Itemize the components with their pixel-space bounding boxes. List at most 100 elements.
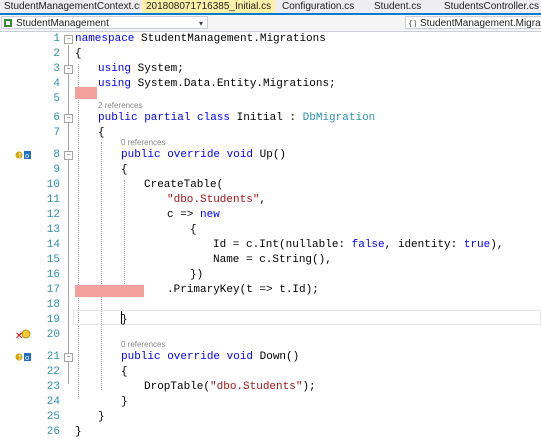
tab-students-controller[interactable]: StudentsController.cs xyxy=(440,0,541,13)
code-editor[interactable]: 1 − namespace StudentManagement.Migratio… xyxy=(0,32,541,438)
code-line: 23 DropTable("dbo.Students"); xyxy=(0,380,541,395)
tab-configuration[interactable]: Configuration.cs xyxy=(278,0,368,13)
codelens[interactable]: 0 references xyxy=(0,137,541,148)
navigation-bar: StudentManagement ▾ {} StudentManagement… xyxy=(0,15,541,32)
code-text: Up() xyxy=(253,149,287,161)
code-line: 11 "dbo.Students", xyxy=(0,193,541,208)
keyword: public override void xyxy=(121,149,254,161)
code-line: 2 { xyxy=(0,47,541,62)
codelens-references[interactable]: 2 references xyxy=(98,100,142,111)
code-text: { xyxy=(190,224,197,236)
codelens[interactable]: 0 references xyxy=(0,339,541,350)
project-name: StudentManagement xyxy=(16,18,109,29)
tab-initial-migration[interactable]: 201808071716385_Initial.cs⊕× xyxy=(142,0,275,13)
keyword: true xyxy=(463,239,491,251)
code-text: Down() xyxy=(253,351,300,363)
namespace-dropdown[interactable]: {} StudentManagement.Migrations.I xyxy=(405,16,541,29)
code-text: { xyxy=(121,164,128,176)
line-number: 16 xyxy=(46,269,60,281)
code-line: 1 − namespace StudentManagement.Migratio… xyxy=(0,32,541,47)
line-number: 3 xyxy=(53,63,60,75)
codelens-references[interactable]: 0 references xyxy=(121,137,165,148)
tab-label: Configuration.cs xyxy=(282,1,355,12)
code-line: 14 Id = c.Int(nullable: false, identity:… xyxy=(0,238,541,253)
svg-text:o: o xyxy=(25,354,29,362)
codelens-references[interactable]: 0 references xyxy=(121,339,165,350)
code-text: c => xyxy=(167,209,201,221)
code-line: ↑ o 21 − public override void Down() xyxy=(0,350,541,365)
override-glyph-icon[interactable]: ↑ o xyxy=(15,150,31,160)
code-text: System; xyxy=(131,63,184,75)
code-text: Initial : xyxy=(230,112,303,124)
line-number: 19 xyxy=(46,314,60,326)
code-line: 9 { xyxy=(0,163,541,178)
code-text: DropTable( xyxy=(144,381,211,393)
line-number: 8 xyxy=(53,149,60,161)
line-number: 12 xyxy=(46,209,60,221)
code-line: 24 } xyxy=(0,395,541,410)
keyword: false xyxy=(351,239,385,251)
type-name: DbMigration xyxy=(302,112,376,124)
code-line: 16 }) xyxy=(0,268,541,283)
code-text: System.Data.Entity.Migrations; xyxy=(131,78,336,90)
code-line: 22 { xyxy=(0,365,541,380)
code-line: 26 } xyxy=(0,425,541,440)
line-number: 13 xyxy=(46,224,60,236)
code-text: }) xyxy=(190,269,204,281)
line-number: 14 xyxy=(46,239,60,251)
override-glyph-icon[interactable]: ↑ o xyxy=(15,352,31,362)
svg-text:{}: {} xyxy=(408,19,416,27)
collapse-icon[interactable]: − xyxy=(64,114,73,123)
code-text: Id = c.Int(nullable: xyxy=(213,239,352,251)
tab-label: 201808071716385_Initial.cs xyxy=(146,1,272,12)
svg-text:↑: ↑ xyxy=(17,354,23,362)
line-number: 24 xyxy=(46,396,60,408)
code-text: } xyxy=(98,411,105,423)
csharp-project-icon xyxy=(4,19,12,27)
code-line: 3 − using System; xyxy=(0,62,541,77)
code-text: , xyxy=(259,194,267,206)
line-number: 4 xyxy=(53,78,60,90)
code-line: 13 { xyxy=(0,223,541,238)
line-number: 15 xyxy=(46,254,60,266)
code-text: .PrimaryKey(t => t.Id); xyxy=(167,284,319,296)
tab-student[interactable]: Student.cs xyxy=(370,0,440,13)
code-text: ); xyxy=(302,381,316,393)
line-number: 9 xyxy=(53,164,60,176)
code-line: ↑ o 8 − public override void Up() xyxy=(0,148,541,163)
line-number: 22 xyxy=(46,366,60,378)
tab-label: StudentManagementContext.cs xyxy=(4,1,140,12)
tab-label: Student.cs xyxy=(374,1,422,12)
collapse-icon[interactable]: − xyxy=(64,65,73,74)
collapse-icon[interactable]: − xyxy=(64,353,73,362)
keyword: public partial class xyxy=(98,112,231,124)
line-number: 21 xyxy=(46,351,60,363)
code-line: 15 Name = c.String(), xyxy=(0,253,541,268)
string-literal: "dbo.Students" xyxy=(210,381,303,393)
collapse-icon[interactable]: − xyxy=(64,151,73,160)
keyword: namespace xyxy=(75,33,135,45)
line-number: 18 xyxy=(46,299,60,311)
code-text: Name = c.String(), xyxy=(213,254,332,266)
keyword: new xyxy=(200,209,220,221)
code-text: } xyxy=(75,426,82,438)
line-number: 6 xyxy=(53,112,60,124)
code-text: StudentManagement.Migrations xyxy=(134,33,326,45)
svg-text:o: o xyxy=(25,152,29,160)
collapse-icon[interactable]: − xyxy=(64,35,73,44)
code-text: ), xyxy=(490,239,504,251)
line-number: 26 xyxy=(46,426,60,438)
line-number: 10 xyxy=(46,179,60,191)
code-text: } xyxy=(121,396,128,408)
code-line: 25 } xyxy=(0,410,541,425)
codelens[interactable]: 2 references xyxy=(0,100,541,111)
project-dropdown[interactable]: StudentManagement ▾ xyxy=(1,16,208,29)
keyword: using xyxy=(98,63,132,75)
code-text: { xyxy=(121,366,128,378)
line-number: 23 xyxy=(46,381,60,393)
code-line: 10 CreateTable( xyxy=(0,178,541,193)
line-number: 1 xyxy=(53,33,60,45)
tab-student-management-context[interactable]: StudentManagementContext.cs xyxy=(0,0,140,13)
code-line: 6 − public partial class Initial : DbMig… xyxy=(0,111,541,126)
namespace-icon: {} xyxy=(408,19,416,27)
